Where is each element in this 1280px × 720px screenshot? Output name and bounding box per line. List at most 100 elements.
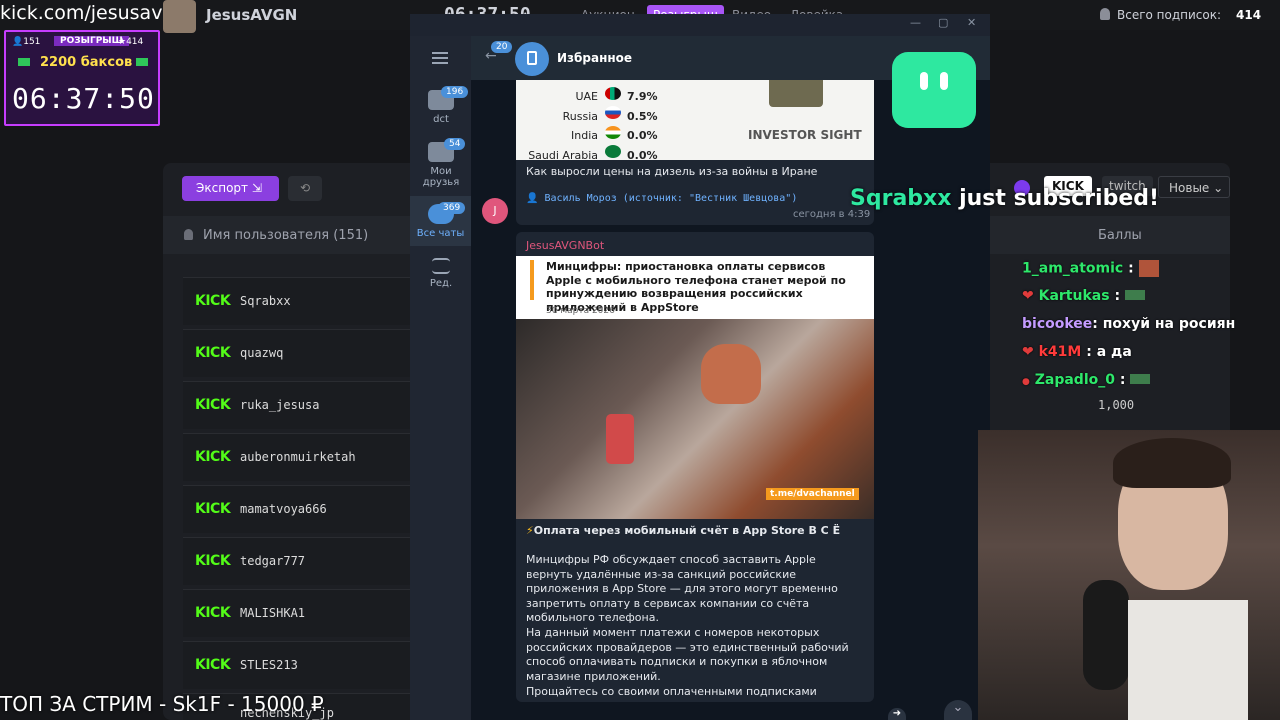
unread-badge: 196 (441, 86, 469, 98)
folder-friends[interactable]: 54 Мои друзья (413, 138, 469, 188)
sliders-icon (432, 258, 450, 274)
kick-alert-icon (892, 52, 976, 128)
kick-logo-icon: KICK (195, 449, 231, 465)
chart-value: 0.5% (627, 109, 658, 123)
username: tedgar777 (240, 554, 306, 568)
bookmark-icon (515, 42, 549, 76)
message-title: ⚡Оплата через мобильный счёт в App Store… (526, 524, 841, 537)
kick-logo-icon: KICK (195, 657, 231, 673)
top-donate-banner: ТОП ЗА СТРИМ - Sk1F - 15000 ₽ (0, 692, 324, 716)
chart-country: Russia (562, 109, 598, 123)
sender-name[interactable]: JesusAVGNBot (526, 239, 604, 252)
prize-text: 2200 баксов (40, 55, 133, 70)
person-head-shape (701, 344, 761, 404)
source-line: 👤 Василь Мороз (источник: "Вестник Шевцо… (526, 193, 866, 204)
username: MALISHKA1 (240, 606, 306, 620)
col-username[interactable]: Имя пользователя (151) (203, 228, 368, 243)
minimize-icon[interactable]: — (910, 16, 921, 29)
chat-message: ❤ Kartukas : (1022, 288, 1145, 304)
folder-label: dct (433, 114, 449, 125)
menu-icon[interactable] (432, 52, 448, 64)
badge-icon: ❤ (1022, 288, 1034, 304)
kick-logo-icon: KICK (195, 501, 231, 517)
flag-icon (605, 106, 621, 119)
phone-photo-icon (606, 414, 634, 464)
username: auberonmuirketah (240, 450, 356, 464)
flag-icon (605, 87, 621, 100)
emote-icon (1124, 290, 1145, 300)
username: ruka_jesusa (240, 398, 320, 412)
col-points[interactable]: Баллы (1098, 228, 1142, 243)
user-icon (184, 229, 193, 240)
badge-icon: ❤ (1022, 344, 1034, 360)
table-row[interactable]: KICK Sqrabxx (183, 277, 413, 325)
folder-dct[interactable]: 196 dct (413, 86, 469, 125)
count-left: 👤151 (12, 37, 41, 47)
back-count-badge: 20 (491, 41, 513, 53)
refresh-button[interactable]: ⟲ (288, 176, 322, 201)
kick-logo-icon: KICK (195, 397, 231, 413)
source-text: Василь Мороз (источник: "Вестник Шевцова… (544, 193, 798, 204)
scroll-down-icon[interactable]: ⌄ (944, 700, 972, 720)
username: Sqrabxx (240, 294, 291, 308)
table-row[interactable]: KICK MALISHKA1 (183, 589, 413, 637)
message-bubble[interactable]: UAE Russia India Saudi Arabia 7.9% 0.5% … (516, 80, 874, 225)
flag-icon (605, 145, 621, 158)
news-photo: t.me/dvachannel (516, 319, 874, 519)
news-date: 30 марта 2026 (546, 306, 615, 316)
alert-username: Sqrabxx (850, 186, 952, 211)
table-header-right: Баллы (990, 216, 1230, 254)
person-icon: 👤 (526, 193, 539, 204)
kick-logo-icon: KICK (195, 553, 231, 569)
folder-all-chats[interactable]: 369 Все чаты (410, 196, 471, 246)
chat-message: bicookee: похуй на росиян (1022, 316, 1236, 332)
points-value: 1,000 (1098, 398, 1135, 412)
table-row[interactable]: KICK auberonmuirketah (183, 433, 413, 481)
folder-label: Все чаты (416, 228, 465, 239)
unread-badge: 54 (444, 138, 466, 150)
message-paragraph: Минцифры РФ обсуждает способ заставить A… (526, 553, 838, 624)
news-header-image: Минцифры: приостановка оплаты сервисов A… (516, 256, 874, 319)
money-icon (18, 58, 30, 66)
total-subs-value: 414 (1236, 8, 1262, 22)
chart-country: India (571, 129, 598, 142)
chat-message: 1_am_atomic : (1022, 260, 1159, 277)
chart-value: 7.9% (627, 90, 658, 103)
folder-label: Ред. (429, 278, 453, 289)
flag-icon (605, 126, 621, 139)
shirt-shape (1128, 600, 1248, 720)
table-row[interactable]: KICK quazwq (183, 329, 413, 377)
folder-label: Мои друзья (422, 166, 460, 188)
webcam-feed (978, 430, 1280, 720)
chart-value: 0.0% (627, 129, 658, 142)
table-row[interactable]: KICK ruka_jesusa (183, 381, 413, 429)
sort-select[interactable]: Новые ⌄ (1158, 176, 1230, 198)
user-icon (1100, 8, 1110, 20)
close-icon[interactable]: ✕ (967, 16, 976, 29)
alert-text: just subscribed! (959, 186, 1160, 211)
chat-message: ❤ k41M : а да (1022, 344, 1132, 360)
username: STLES213 (240, 658, 298, 672)
microphone-shape (1083, 580, 1129, 690)
refresh-icon: ⟲ (299, 181, 311, 195)
table-row[interactable]: KICK mamatvoya666 (183, 485, 413, 533)
lightning-icon: ⚡ (526, 524, 534, 537)
forward-icon[interactable]: ➜ (888, 708, 906, 720)
building-icon (769, 80, 823, 107)
message-bubble[interactable]: JesusAVGNBot Минцифры: приостановка опла… (516, 232, 874, 702)
export-button[interactable]: Экспорт ⇲ (182, 176, 279, 201)
chart-country: Saudi Arabia (528, 148, 598, 161)
channel-watermark: t.me/dvachannel (766, 488, 859, 500)
table-row[interactable]: KICK tedgar777 (183, 537, 413, 585)
kick-logo-icon: KICK (195, 293, 231, 309)
subscribed-alert: Sqrabxx just subscribed! (850, 183, 1159, 215)
maximize-icon[interactable]: ▢ (938, 16, 948, 29)
avatar[interactable]: J (482, 198, 508, 224)
count-right: ★414 (118, 37, 144, 47)
folder-edit[interactable]: Ред. (413, 258, 469, 289)
table-row[interactable]: KICK STLES213 (183, 641, 413, 689)
message-paragraph: Прощайтесь со своими оплаченными подписк… (526, 685, 817, 698)
giveaway-timer: 06:37:50 (12, 82, 155, 115)
chart-country: UAE (575, 90, 598, 103)
kick-logo-icon: KICK (195, 605, 231, 621)
